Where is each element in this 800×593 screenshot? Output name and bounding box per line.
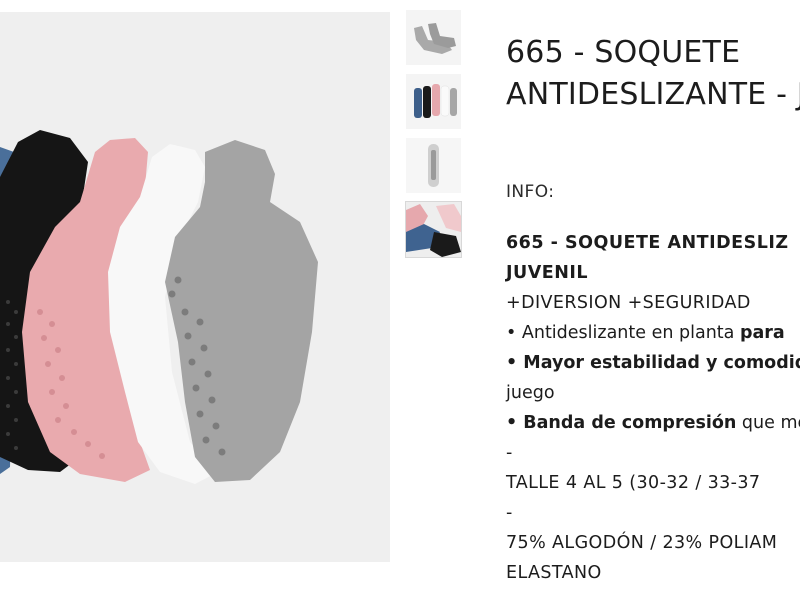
thumbnail-sole-detail[interactable] (406, 138, 461, 193)
description-separator-1: - (506, 443, 513, 463)
description-bullet-3: • Banda de compresión que me (506, 408, 800, 438)
sole-thumb-icon (406, 138, 461, 193)
description-material-1: 75% ALGODÓN / 23% POLIAM (506, 533, 778, 553)
bullet-1-text: • Antideslizante en planta (506, 323, 740, 343)
socks-photo (0, 12, 390, 562)
description-bullet-2-cont: juego (506, 383, 555, 403)
description-separator-2: - (506, 503, 513, 523)
description-bullet-1: • Antideslizante en planta para (506, 318, 800, 348)
bullet-3-bold: • Banda de compresión (506, 413, 737, 433)
thumbnail-socks-fan[interactable] (405, 201, 462, 258)
main-product-image[interactable] (0, 12, 390, 562)
info-heading: INFO: (506, 182, 555, 202)
bullet-1-bold: para (739, 323, 785, 343)
description-size: TALLE 4 AL 5 (30-32 / 33-37 (506, 473, 761, 493)
bullet-3-text: que me (741, 413, 800, 433)
product-title-line-2: ANTIDESLIZANTE - J (506, 77, 800, 113)
socks-fan-thumb-icon (406, 202, 461, 257)
gray-sock-thumb-icon (406, 10, 461, 65)
description-name-line-2: JUVENIL (506, 263, 589, 283)
description-name-line-1: 665 - SOQUETE ANTIDESLIZ (506, 233, 789, 253)
product-description: 665 - SOQUETE ANTIDESLIZ JUVENIL +DIVERS… (506, 228, 800, 588)
socks-set-thumb-icon (406, 74, 461, 129)
description-material-2: ELASTANO (506, 563, 602, 583)
product-title: 665 - SOQUETE ANTIDESLIZANTE - J (506, 32, 800, 116)
product-title-line-1: 665 - SOQUETE (506, 35, 741, 71)
thumbnail-color-set[interactable] (406, 74, 461, 129)
description-bullet-2: • Mayor estabilidad y comodida (506, 353, 800, 373)
thumbnail-gray-socks[interactable] (406, 10, 461, 65)
description-tagline: +DIVERSION +SEGURIDAD (506, 293, 751, 313)
